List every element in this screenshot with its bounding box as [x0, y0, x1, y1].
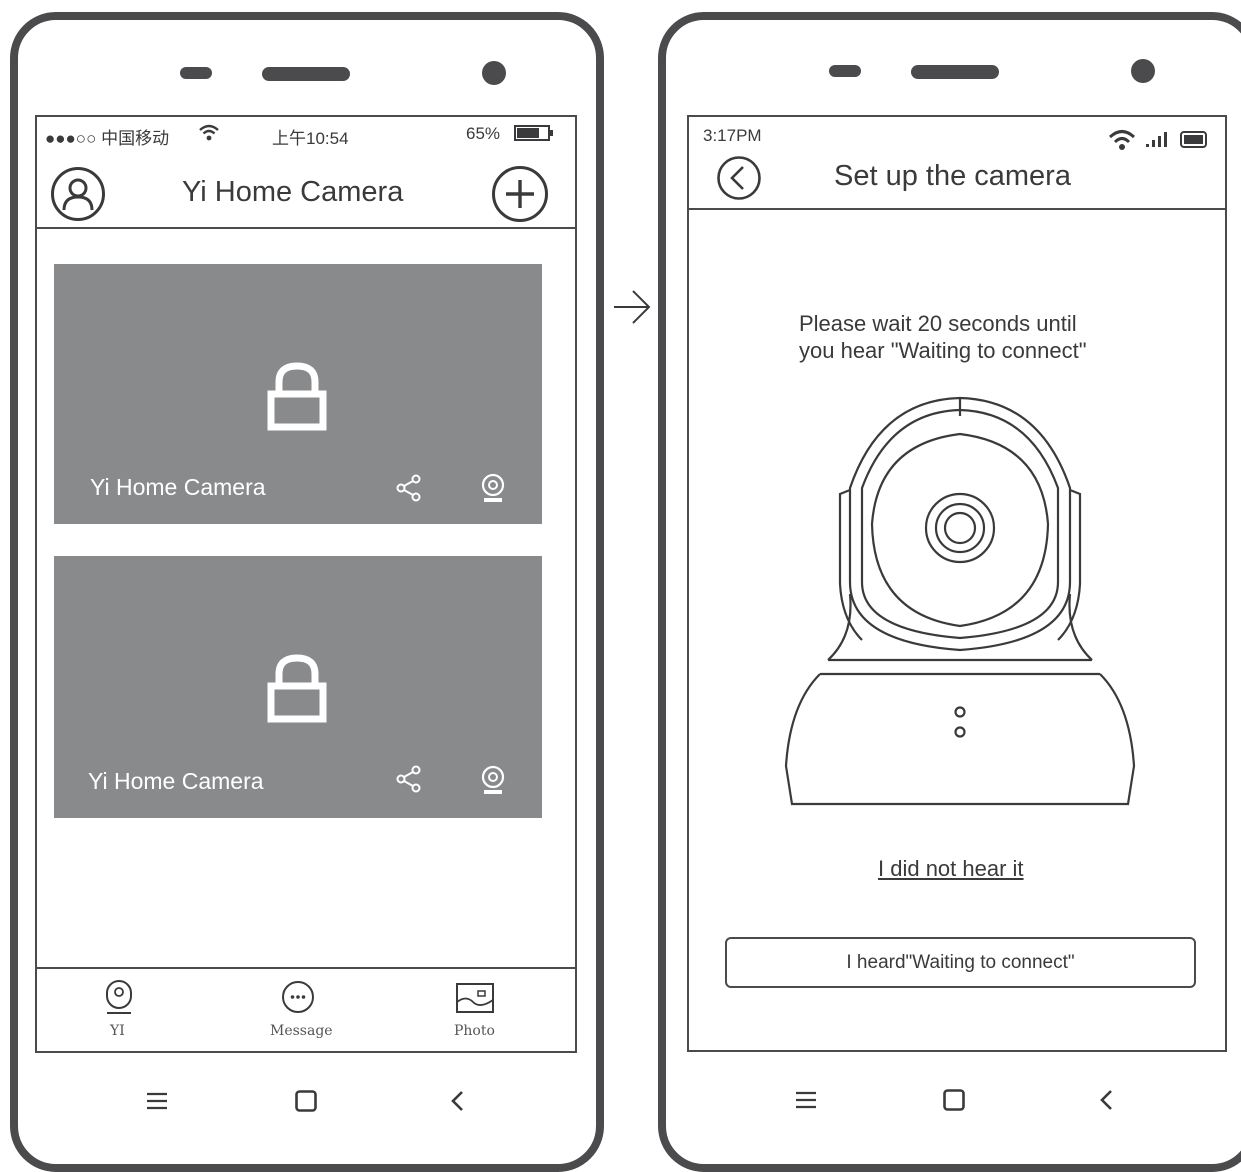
app-title: Yi Home Camera [182, 176, 404, 208]
back-button[interactable] [716, 155, 762, 201]
nav-label-message: Message [270, 1023, 333, 1039]
share-icon[interactable] [396, 765, 422, 793]
bottom-nav-divider [35, 967, 577, 969]
left-phone-camera-dot [482, 61, 506, 85]
right-header-divider [687, 208, 1227, 210]
nav-item-photo[interactable]: Photo [446, 975, 506, 1045]
wifi-icon [199, 124, 219, 141]
message-icon [282, 981, 314, 1013]
page-title: Set up the camera [834, 160, 1071, 192]
right-phone-sensor [829, 65, 861, 77]
share-icon[interactable] [396, 474, 422, 502]
right-phone-camera-dot [1131, 59, 1155, 83]
signal-icon [1146, 132, 1167, 147]
heard-waiting-button-label: I heard"Waiting to connect" [846, 951, 1075, 973]
left-phone-speaker [262, 67, 350, 81]
battery-icon [514, 125, 553, 141]
arrow-right-icon [614, 290, 651, 324]
heard-waiting-button[interactable]: I heard"Waiting to connect" [725, 937, 1196, 988]
photo-icon [456, 983, 494, 1013]
nav-label-yi: YI [110, 1023, 125, 1039]
menu-icon[interactable] [796, 1091, 816, 1109]
wifi-icon [1108, 130, 1136, 150]
home-icon[interactable] [943, 1089, 965, 1111]
left-phone-sensor [180, 67, 212, 79]
yi-home-camera-illustration [784, 396, 1136, 806]
home-icon[interactable] [295, 1090, 317, 1112]
nav-item-message[interactable]: Message [262, 975, 336, 1045]
nav-label-photo: Photo [454, 1023, 495, 1039]
camera-icon[interactable] [480, 472, 506, 504]
camera-name: Yi Home Camera [90, 474, 266, 500]
back-icon[interactable] [450, 1090, 464, 1112]
status-time: 上午10:54 [272, 129, 349, 148]
profile-icon[interactable] [50, 166, 106, 222]
right-phone-speaker [911, 65, 999, 79]
lock-icon [267, 654, 327, 723]
camera-icon [106, 980, 132, 1014]
carrier-text: ●●●○○ 中国移动 [45, 129, 170, 148]
camera-icon[interactable] [480, 764, 506, 796]
instruction-line-2: you hear "Waiting to connect" [799, 338, 1087, 363]
battery-percent: 65% [466, 124, 501, 143]
left-header-divider [35, 227, 577, 229]
did-not-hear-link[interactable]: I did not hear it [878, 856, 1024, 882]
add-camera-button[interactable] [491, 165, 549, 223]
status-time: 3:17PM [703, 126, 762, 145]
battery-icon [1180, 131, 1207, 148]
menu-icon[interactable] [147, 1092, 167, 1110]
back-icon[interactable] [1099, 1089, 1113, 1111]
camera-name: Yi Home Camera [88, 768, 264, 794]
instruction-line-1: Please wait 20 seconds until [799, 311, 1077, 336]
nav-item-yi[interactable]: YI [88, 975, 148, 1045]
lock-icon [267, 362, 327, 431]
